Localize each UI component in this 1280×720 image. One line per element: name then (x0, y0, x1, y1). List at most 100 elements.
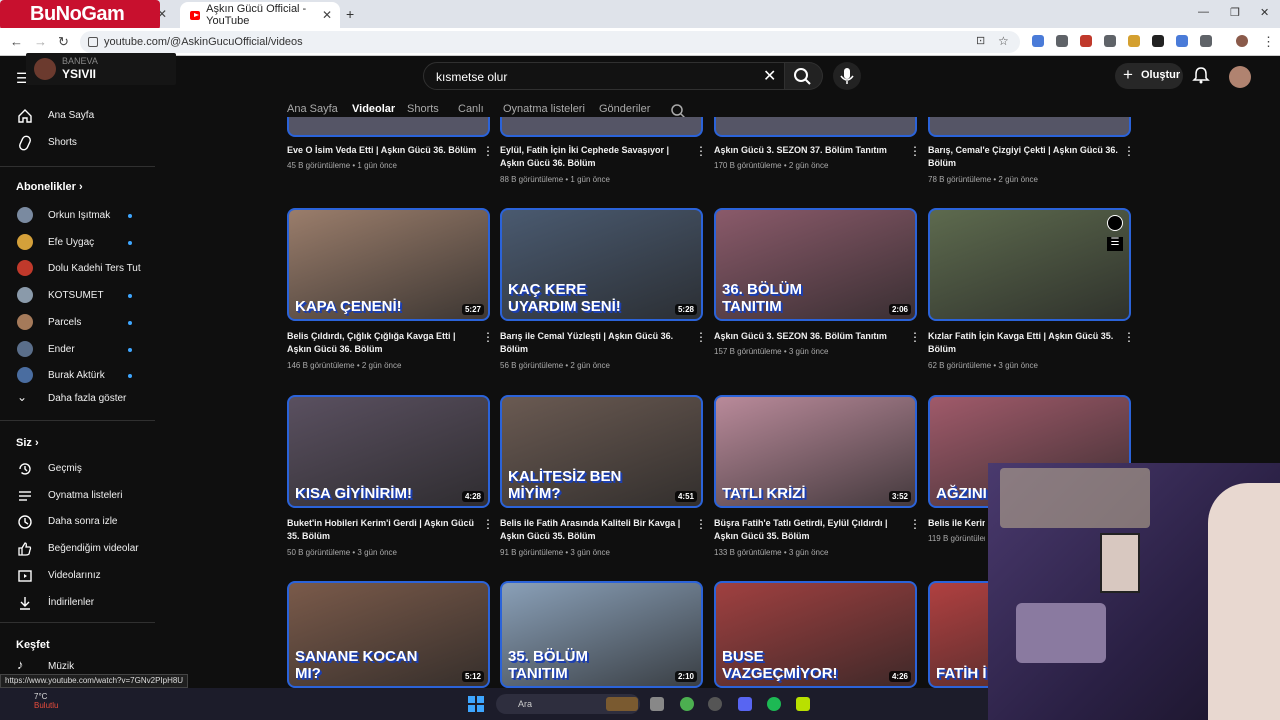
video-title[interactable]: Belis Çıldırdı, Çığlık Çığlığa Kavga Ett… (287, 330, 477, 356)
sidebar-item-your-videos[interactable]: Videolarınız (0, 563, 155, 589)
sidebar-item-like[interactable]: Beğendiğim videolar (0, 536, 155, 562)
create-button[interactable]: + Oluştur (1115, 63, 1183, 89)
video-thumbnail[interactable]: KAPA ÇENENİ! 5:27 (287, 208, 490, 321)
shield-extension-icon[interactable] (1056, 35, 1068, 47)
video-menu-icon[interactable] (1123, 144, 1135, 159)
sidebar-item-watch-later[interactable]: Daha sonra izle (0, 509, 155, 535)
subscriptions-heading[interactable]: Abonelikler › (16, 181, 83, 193)
video-thumbnail[interactable] (714, 117, 917, 137)
voice-search-button[interactable] (833, 62, 861, 90)
video-title[interactable]: Belis ile Kerim (928, 517, 985, 530)
extension-icon[interactable] (1080, 35, 1092, 47)
video-title[interactable]: Kızlar Fatih İçin Kavga Etti | Aşkın Güc… (928, 330, 1118, 356)
sidebar-item-home[interactable]: Ana Sayfa (0, 103, 155, 129)
maximize-icon[interactable]: ❐ (1230, 6, 1240, 19)
weather-widget[interactable]: 7°C Bulutlu (34, 692, 58, 710)
video-menu-icon[interactable] (695, 330, 707, 345)
sidebar-item-subscription[interactable]: Orkun Işıtmak (0, 203, 155, 229)
video-menu-icon[interactable] (482, 517, 494, 532)
search-button[interactable] (785, 62, 823, 90)
video-thumbnail[interactable]: BUSE VAZGEÇMİYOR! 4:26 (714, 581, 917, 688)
task-view-icon[interactable] (650, 697, 664, 711)
video-thumbnail[interactable]: SANANE KOCAN MI? 5:12 (287, 581, 490, 688)
video-title[interactable]: Barış, Cemal'e Çizgiyi Çekti | Aşkın Güc… (928, 144, 1118, 170)
show-more-button[interactable]: ⌄ Daha fazla göster (0, 386, 155, 412)
tab-2[interactable]: Shorts (407, 103, 439, 115)
extension-icon[interactable] (1104, 35, 1116, 47)
extension-icon[interactable] (1128, 35, 1140, 47)
video-thumbnail[interactable]: TATLI KRİZİ 3:52 (714, 395, 917, 508)
video-title[interactable]: Barış ile Cemal Yüzleşti | Aşkın Gücü 36… (500, 330, 690, 356)
video-menu-icon[interactable] (695, 144, 707, 159)
video-title[interactable]: Buket'in Hobileri Kerim'i Gerdi | Aşkın … (287, 517, 477, 543)
profile-avatar[interactable] (1236, 35, 1248, 47)
close-tab-icon[interactable]: ✕ (322, 8, 332, 22)
extensions-puzzle-icon[interactable] (1200, 35, 1212, 47)
live-app-icon[interactable] (796, 697, 810, 711)
video-title[interactable]: Aşkın Gücü 3. SEZON 36. Bölüm Tanıtım (714, 330, 904, 343)
video-menu-icon[interactable] (482, 330, 494, 345)
back-icon[interactable]: ← (10, 34, 23, 49)
tab-1[interactable]: Videolar (352, 103, 395, 115)
bell-icon[interactable] (1192, 66, 1210, 84)
new-tab-button[interactable]: + (346, 6, 354, 22)
you-heading[interactable]: Siz › (16, 437, 39, 449)
video-title[interactable]: Aşkın Gücü 3. SEZON 37. Bölüm Tanıtım (714, 144, 904, 157)
video-thumbnail[interactable]: 35. BÖLÜM TANITIM 2:10 (500, 581, 703, 688)
tab-5[interactable]: Gönderiler (599, 103, 650, 115)
browser-tab-youtube[interactable]: Aşkın Gücü Official - YouTube ✕ (180, 2, 340, 28)
sidebar-item-subscription[interactable]: Parcels (0, 310, 155, 336)
search-input[interactable]: kısmetse olur (423, 62, 785, 90)
sidebar-item-playlist[interactable]: Oynatma listeleri (0, 483, 155, 509)
video-menu-icon[interactable] (909, 330, 921, 345)
extension-icon[interactable] (1176, 35, 1188, 47)
sidebar-item-subscription[interactable]: Efe Uygaç (0, 230, 155, 256)
video-thumbnail[interactable]: ☰ (928, 208, 1131, 321)
tab-4[interactable]: Oynatma listeleri (503, 103, 585, 115)
sidebar-item-download[interactable]: İndirilenler (0, 590, 155, 616)
clear-search-icon[interactable]: ✕ (763, 66, 776, 86)
browser-menu-icon[interactable]: ⋮ (1262, 34, 1275, 50)
video-menu-icon[interactable] (482, 144, 494, 159)
video-thumbnail[interactable]: KALİTESİZ BEN MİYİM? 4:51 (500, 395, 703, 508)
extension-icon[interactable] (1152, 35, 1164, 47)
tab-0[interactable]: Ana Sayfa (287, 103, 338, 115)
video-title[interactable]: Eylül, Fatih İçin İki Cephede Savaşıyor … (500, 144, 690, 170)
tab-3[interactable]: Canlı (458, 103, 484, 115)
video-title[interactable]: Büşra Fatih'e Tatlı Getirdi, Eylül Çıldı… (714, 517, 904, 543)
video-menu-icon[interactable] (1123, 330, 1135, 345)
reload-icon[interactable]: ↻ (58, 34, 69, 50)
video-menu-icon[interactable] (909, 144, 921, 159)
discord-icon[interactable] (738, 697, 752, 711)
video-thumbnail[interactable]: 36. BÖLÜM TANITIM 2:06 (714, 208, 917, 321)
video-menu-icon[interactable] (695, 517, 707, 532)
video-title[interactable]: Belis ile Fatih Arasında Kaliteli Bir Ka… (500, 517, 690, 543)
translate-extension-icon[interactable] (1032, 35, 1044, 47)
video-menu-icon[interactable] (909, 517, 921, 532)
sidebar-item-shorts[interactable]: Shorts (0, 130, 155, 156)
sidebar-item-subscription[interactable]: KOTSUMET (0, 283, 155, 309)
sidebar-item-history[interactable]: Geçmiş (0, 456, 155, 482)
sidebar-item-subscription[interactable]: Dolu Kadehi Ters Tut (0, 256, 155, 282)
video-thumbnail[interactable]: KISA GİYİNİRİM! 4:28 (287, 395, 490, 508)
video-thumbnail[interactable] (500, 117, 703, 137)
video-title[interactable]: Eve O İsim Veda Etti | Aşkın Gücü 36. Bö… (287, 144, 477, 157)
video-thumbnail[interactable] (287, 117, 490, 137)
video-thumbnail[interactable]: KAÇ KERE UYARDIM SENİ! 5:28 (500, 208, 703, 321)
watch-later-icon[interactable] (1107, 215, 1123, 231)
video-thumbnail[interactable] (928, 117, 1131, 137)
sidebar-item-subscription[interactable]: Ender (0, 337, 155, 363)
url-field[interactable]: youtube.com/@AskinGucuOfficial/videos (80, 31, 1020, 53)
close-window-icon[interactable]: ✕ (1260, 6, 1269, 19)
account-avatar[interactable] (1229, 66, 1251, 88)
minimize-icon[interactable]: — (1198, 6, 1209, 18)
obs-icon[interactable] (708, 697, 722, 711)
spotify-icon[interactable] (767, 697, 781, 711)
site-info-icon[interactable] (88, 37, 98, 47)
windows-start-icon[interactable] (468, 696, 484, 712)
add-to-queue-icon[interactable]: ☰ (1107, 237, 1123, 251)
forward-icon[interactable]: → (34, 34, 47, 49)
install-icon[interactable]: ⊡ (976, 34, 985, 47)
bookmark-star-icon[interactable]: ☆ (998, 34, 1009, 48)
chrome-icon[interactable] (680, 697, 694, 711)
